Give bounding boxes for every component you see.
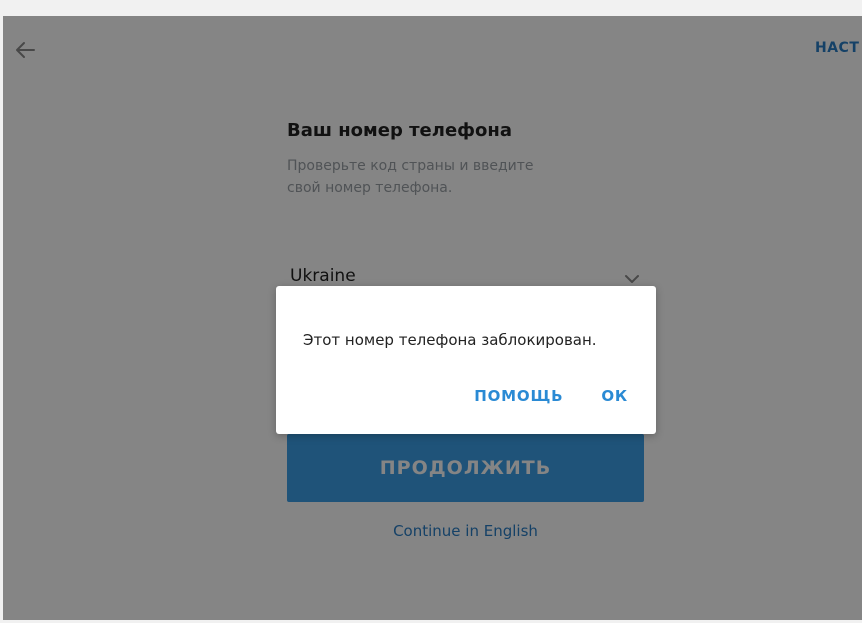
telegram-login-screen: НАСТ Ваш номер телефона Проверьте код ст… <box>3 16 862 620</box>
ok-button[interactable]: ОК <box>601 387 628 405</box>
window-titlebar <box>0 0 862 16</box>
dialog-message: Этот номер телефона заблокирован. <box>303 331 597 349</box>
dialog-actions: ПОМОЩЬ ОК <box>474 387 628 405</box>
blocked-number-dialog: Этот номер телефона заблокирован. ПОМОЩЬ… <box>276 286 656 434</box>
help-button[interactable]: ПОМОЩЬ <box>474 387 563 405</box>
